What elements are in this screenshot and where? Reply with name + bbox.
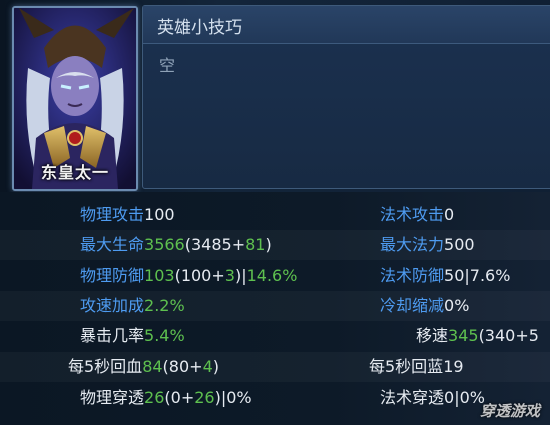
stat-base: 100 [180,266,212,285]
stat-plus: + [180,388,195,407]
stat-max-hp: 最大生命3566(3485+81) [80,230,272,260]
stat-move-speed: 移速345(340+5 [416,321,539,351]
stat-label: 物理防御 [80,266,145,285]
stat-bonus: 4 [202,357,213,376]
stat-base: 80 [168,357,190,376]
stat-total: 84 [142,357,163,376]
stat-label: 冷却缩减 [380,296,445,315]
stat-total: 345 [448,326,479,345]
stat-mana-regen: 每5秒回蓝19 [369,352,464,382]
stat-physical-defense: 物理防御103(100+3)|14.6% [80,261,297,291]
site-watermark: 穿透游戏 [479,402,540,420]
stat-total: 103 [144,266,175,285]
hero-tips-title: 英雄小技巧 [157,18,242,38]
stat-label: 法术防御 [380,266,445,285]
stat-physical-attack: 物理攻击100 [80,200,175,230]
stat-label: 每5秒回血 [68,357,143,376]
stat-plus: + [231,235,246,254]
hero-detail-screen: 东皇太一 英雄小技巧 空 物理攻击100 法术攻击0 最大生命3566(3485… [0,0,550,425]
stat-hp-regen: 每5秒回血84(80+4) [68,352,219,382]
stat-row: 每5秒回血84(80+4) 每5秒回蓝19 [0,352,550,382]
stat-base: 0 [170,388,181,407]
stat-value: 0% [444,296,470,315]
stat-row: 物理攻击100 法术攻击0 [0,200,550,230]
stat-breakdown: (340+5 [478,326,539,345]
stat-bonus: 3 [224,266,235,285]
stat-value: 2.2% [144,296,185,315]
stat-value: 100 [144,205,175,224]
stat-paren: ) [265,235,272,254]
stat-value: 5.4% [144,326,185,345]
stat-base: 3485 [190,235,232,254]
stat-value: 500 [444,235,475,254]
stat-attack-speed: 攻速加成2.2% [80,291,185,321]
stat-paren: )|0% [214,388,252,407]
stat-row: 最大生命3566(3485+81) 最大法力500 [0,230,550,260]
stat-magic-defense: 法术防御50|7.6% [380,261,510,291]
stat-label: 法术穿透 [380,388,445,407]
hero-tips-body: 空 [159,56,176,75]
stat-cooldown: 冷却缩减0% [380,291,469,321]
stat-plus: + [211,266,225,285]
stat-value: 50|7.6% [444,266,511,285]
stat-magic-pen: 法术穿透0|0% [380,383,485,413]
hero-portrait[interactable]: 东皇太一 [12,6,138,191]
stat-label: 每5秒回蓝 [369,357,444,376]
hero-name: 东皇太一 [40,163,109,182]
stat-percent: 14.6% [246,266,298,285]
stat-value: 19 [443,357,464,376]
stat-row: 物理防御103(100+3)|14.6% 法术防御50|7.6% [0,261,550,291]
stat-label: 物理穿透 [80,388,145,407]
stat-total: 26 [144,388,165,407]
stat-label: 最大法力 [380,235,445,254]
stat-label: 最大生命 [80,235,145,254]
stat-row: 物理穿透26(0+26)|0% 法术穿透0|0% [0,383,550,413]
stat-label: 暴击几率 [80,326,145,345]
stat-bonus: 81 [245,235,266,254]
stat-armor-pen: 物理穿透26(0+26)|0% [80,383,252,413]
stat-magic-attack: 法术攻击0 [380,200,454,230]
stat-plus: + [189,357,203,376]
stat-crit-rate: 暴击几率5.4% [80,321,185,351]
stat-label: 法术攻击 [380,205,445,224]
stat-bonus: 26 [194,388,215,407]
stat-total: 3566 [144,235,185,254]
stat-value: 0|0% [444,388,485,407]
stat-max-mana: 最大法力500 [380,230,475,260]
attribute-panel: 物理攻击100 法术攻击0 最大生命3566(3485+81) 最大法力500 … [0,192,550,425]
stat-value: 0 [444,205,455,224]
stat-label: 攻速加成 [80,296,145,315]
stat-row: 暴击几率5.4% 移速345(340+5 [0,321,550,351]
stat-row: 攻速加成2.2% 冷却缩减0% [0,291,550,321]
hero-tips-header: 英雄小技巧 [143,6,550,44]
stat-label: 移速 [416,326,449,345]
stat-paren: ) [212,357,219,376]
hero-tips-panel: 英雄小技巧 空 [142,5,550,189]
stat-label: 物理攻击 [80,205,145,224]
stat-paren: )| [234,266,247,285]
